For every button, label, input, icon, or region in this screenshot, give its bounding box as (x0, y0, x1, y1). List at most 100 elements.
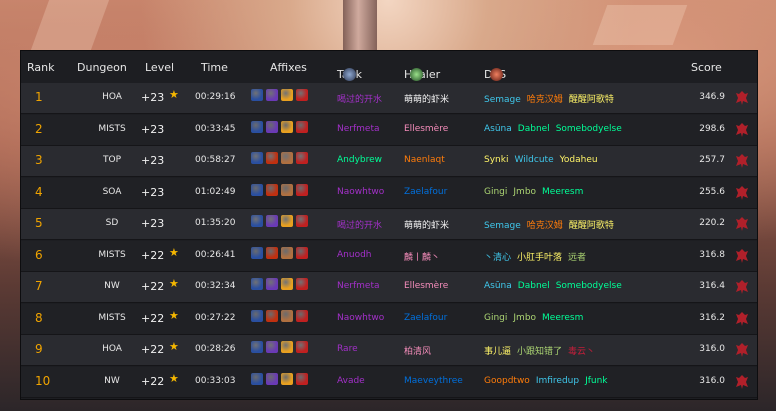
dps-player[interactable]: Meeresm (542, 313, 583, 323)
dps-player[interactable]: Dabnel (518, 124, 550, 134)
table-row[interactable]: 7 NW +22 ★ 00:32:34 Nerfmeta Ellesmère Asūna Dab… (21, 272, 757, 303)
dungeon-cell[interactable]: HOA (85, 92, 139, 102)
affix-icon[interactable] (266, 246, 278, 259)
dps-player[interactable]: 远者 (568, 253, 586, 263)
affix-icon[interactable] (251, 246, 263, 259)
tank-player[interactable]: Naowhtwo (337, 313, 384, 323)
affix-icon[interactable] (266, 120, 278, 133)
healer-player[interactable]: Zaelafour (404, 313, 447, 323)
affix-icon[interactable] (296, 246, 308, 259)
table-row[interactable]: 3 TOP +23 00:58:27 Andybrew Naenlaqt Synki Wild… (21, 146, 757, 177)
header-dungeon[interactable]: Dungeon (77, 61, 127, 74)
tank-player[interactable]: Anuodh (337, 250, 372, 260)
dps-player[interactable]: Jmbo (513, 187, 536, 197)
dps-player[interactable]: 小跟知错了 (517, 347, 562, 357)
tank-player[interactable]: 喝过的开水 (337, 218, 382, 231)
healer-player[interactable]: Naenlaqt (404, 155, 445, 165)
table-row[interactable]: 8 MISTS +22 ★ 00:27:22 Naowhtwo Zaelafour Gingi… (21, 303, 757, 335)
tank-player[interactable]: 喝过的开水 (337, 92, 382, 105)
dungeon-cell[interactable]: SOA (85, 187, 139, 197)
affix-icon[interactable] (251, 152, 263, 164)
affix-icon[interactable] (251, 120, 263, 133)
healer-player[interactable]: 麟丨麟丶 (404, 250, 440, 263)
tank-player[interactable]: Andybrew (337, 155, 382, 165)
affix-icon[interactable] (281, 341, 293, 353)
dungeon-cell[interactable]: MISTS (85, 124, 139, 134)
affix-icon[interactable] (281, 309, 293, 322)
affix-icon[interactable] (296, 341, 308, 353)
affix-icon[interactable] (281, 215, 293, 227)
dps-player[interactable]: Wildcute (514, 155, 553, 165)
affix-icon[interactable] (251, 278, 263, 290)
dps-player[interactable]: Semage (484, 95, 521, 105)
dps-player[interactable]: Dabnel (518, 281, 550, 291)
affix-icon[interactable] (266, 278, 278, 290)
dungeon-cell[interactable]: HOA (85, 344, 139, 354)
header-rank[interactable]: Rank (27, 61, 54, 74)
affix-icon[interactable] (251, 309, 263, 322)
dps-player[interactable]: 事儿逼 (484, 347, 511, 357)
table-row[interactable]: 5 SD +23 01:35:20 喝过的开水 萌萌的虾米 Semage 哈克汉姆 醒醒阿歌特 2… (21, 209, 757, 240)
dps-player[interactable]: Synki (484, 155, 508, 165)
dps-player[interactable]: 哈克汉姆 (527, 95, 563, 105)
dps-player[interactable]: Somebodyelse (556, 281, 622, 291)
affix-icon[interactable] (281, 246, 293, 259)
dps-player[interactable]: Yodaheu (560, 155, 598, 165)
dps-player[interactable]: Goopdtwo (484, 376, 530, 386)
healer-player[interactable]: 柏清风 (404, 344, 431, 357)
affix-icon[interactable] (296, 183, 308, 196)
affix-icon[interactable] (266, 152, 278, 164)
table-row[interactable]: 4 SOA +23 01:02:49 Naowhtwo Zaelafour Gingi Jmb… (21, 177, 757, 209)
dps-player[interactable]: Jmbo (513, 313, 536, 323)
dps-player[interactable]: Imfiredup (536, 376, 579, 386)
affix-icon[interactable] (296, 278, 308, 290)
table-row[interactable]: 9 HOA +22 ★ 00:28:26 Rare 柏清风 事儿逼 小跟知错了 毒云丶 316.0 (21, 335, 757, 366)
healer-player[interactable]: 萌萌的虾米 (404, 218, 449, 231)
affix-icon[interactable] (281, 183, 293, 196)
affix-icon[interactable] (266, 89, 278, 101)
table-row[interactable]: 2 MISTS +23 00:33:45 Nerfmeta Ellesmère Asūna D… (21, 114, 757, 146)
header-time[interactable]: Time (201, 61, 228, 74)
dungeon-cell[interactable]: TOP (85, 155, 139, 165)
affix-icon[interactable] (266, 183, 278, 196)
affix-icon[interactable] (281, 372, 293, 385)
table-row[interactable]: 10 NW +22 ★ 00:33:03 Avade Maeveythree Goopdtwo… (21, 366, 757, 398)
tank-player[interactable]: Nerfmeta (337, 281, 380, 291)
affix-icon[interactable] (251, 215, 263, 227)
dps-player[interactable]: Asūna (484, 281, 512, 291)
dungeon-cell[interactable]: SD (85, 218, 139, 228)
affix-icon[interactable] (251, 89, 263, 101)
dps-player[interactable]: Semage (484, 221, 521, 231)
affix-icon[interactable] (251, 183, 263, 196)
dps-player[interactable]: 小肛手叶落 (517, 253, 562, 263)
healer-player[interactable]: 萌萌的虾米 (404, 92, 449, 105)
dps-player[interactable]: 毒云丶 (568, 347, 595, 357)
dps-player[interactable]: Jfunk (585, 376, 607, 386)
dps-player[interactable]: 醒醒阿歌特 (569, 221, 614, 231)
affix-icon[interactable] (296, 120, 308, 133)
affix-icon[interactable] (266, 372, 278, 385)
dps-player[interactable]: 醒醒阿歌特 (569, 95, 614, 105)
header-score[interactable]: Score (691, 61, 722, 74)
affix-icon[interactable] (296, 309, 308, 322)
dps-player[interactable]: Gingi (484, 313, 507, 323)
affix-icon[interactable] (281, 152, 293, 164)
tank-player[interactable]: Avade (337, 376, 365, 386)
affix-icon[interactable] (281, 120, 293, 133)
dungeon-cell[interactable]: NW (85, 281, 139, 291)
healer-player[interactable]: Maeveythree (404, 376, 463, 386)
affix-icon[interactable] (266, 309, 278, 322)
affix-icon[interactable] (296, 89, 308, 101)
healer-player[interactable]: Zaelafour (404, 187, 447, 197)
tank-player[interactable]: Naowhtwo (337, 187, 384, 197)
dungeon-cell[interactable]: MISTS (85, 313, 139, 323)
dungeon-cell[interactable]: MISTS (85, 250, 139, 260)
affix-icon[interactable] (281, 278, 293, 290)
affix-icon[interactable] (266, 215, 278, 227)
table-row[interactable]: 1 HOA +23 ★ 00:29:16 喝过的开水 萌萌的虾米 Semage 哈克汉姆 醒醒阿歌… (21, 83, 757, 114)
table-row[interactable]: 6 MISTS +22 ★ 00:26:41 Anuodh 麟丨麟丶 丶清心 小肛手叶落 远者 31… (21, 240, 757, 272)
dungeon-cell[interactable]: NW (85, 376, 139, 386)
dps-player[interactable]: Gingi (484, 187, 507, 197)
header-level[interactable]: Level (145, 61, 174, 74)
affix-icon[interactable] (251, 341, 263, 353)
